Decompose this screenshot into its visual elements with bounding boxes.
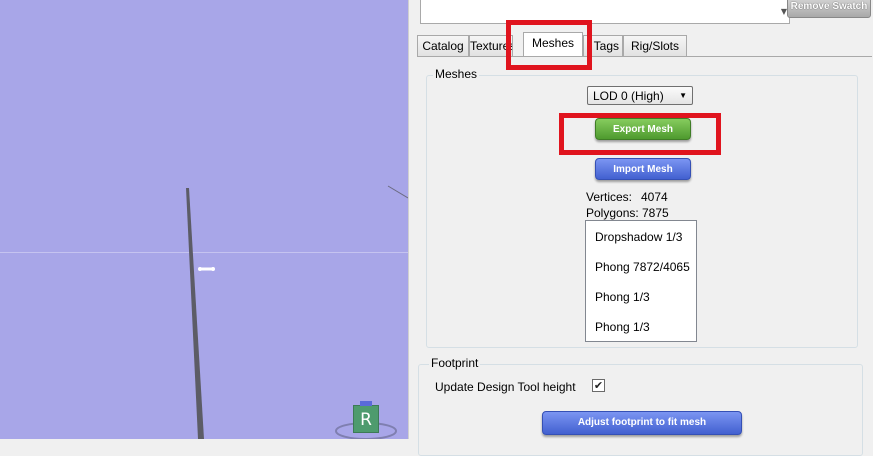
meshes-group: Meshes LOD 0 (High) ▼ Export Mesh Import… — [426, 67, 858, 348]
import-mesh-button[interactable]: Import Mesh — [595, 158, 691, 180]
meshes-group-title: Meshes — [433, 67, 480, 81]
move-handle-icon[interactable] — [198, 267, 215, 271]
list-item[interactable]: Phong 1/3 — [595, 320, 650, 334]
update-height-label: Update Design Tool height — [435, 380, 576, 394]
properties-panel: ▼ Remove Swatch Catalog Textures Tags Me… — [408, 0, 873, 456]
export-mesh-button[interactable]: Export Mesh — [595, 118, 691, 140]
list-item[interactable]: Dropshadow 1/3 — [595, 230, 682, 244]
adjust-footprint-button[interactable]: Adjust footprint to fit mesh — [542, 411, 742, 435]
reset-cube-icon[interactable]: R — [353, 401, 379, 433]
tab-textures[interactable]: Textures — [469, 35, 513, 56]
swatch-list[interactable]: ▼ — [420, 0, 790, 24]
lod-selected-value: LOD 0 (High) — [593, 89, 664, 103]
3d-viewport[interactable]: R — [0, 0, 408, 439]
vertices-value: 4074 — [641, 190, 668, 204]
material-list[interactable]: Dropshadow 1/3 Phong 7872/4065 Phong 1/3… — [585, 220, 697, 342]
tab-rig-slots[interactable]: Rig/Slots — [623, 35, 687, 56]
axis-line — [387, 185, 408, 199]
viewport-scene — [186, 185, 408, 439]
list-item[interactable]: Phong 7872/4065 — [595, 260, 690, 274]
dropdown-arrow-icon: ▼ — [679, 91, 687, 100]
tab-tags[interactable]: Tags — [583, 35, 623, 56]
remove-swatch-button[interactable]: Remove Swatch — [787, 0, 871, 18]
tab-catalog[interactable]: Catalog — [417, 35, 469, 56]
mesh-pole — [186, 188, 204, 439]
list-item[interactable]: Phong 1/3 — [595, 290, 650, 304]
footprint-group: Footprint Update Design Tool height ✔ Ad… — [418, 356, 863, 456]
polygons-value: 7875 — [642, 206, 669, 220]
tab-divider — [417, 56, 872, 57]
lod-dropdown[interactable]: LOD 0 (High) ▼ — [587, 86, 693, 105]
footprint-group-title: Footprint — [429, 356, 481, 370]
tab-meshes[interactable]: Meshes — [523, 32, 583, 56]
update-height-checkbox[interactable]: ✔ — [592, 379, 605, 392]
vertices-label: Vertices: — [586, 190, 633, 204]
polygons-label: Polygons: — [586, 206, 639, 220]
